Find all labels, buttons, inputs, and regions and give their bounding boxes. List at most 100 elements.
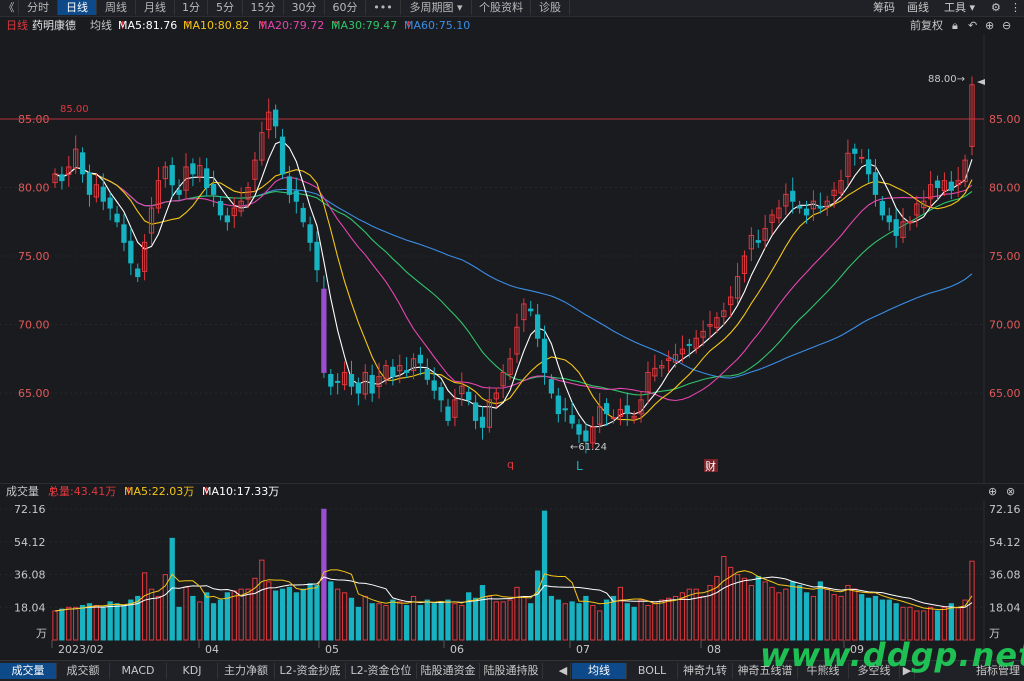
volume-bar	[183, 586, 189, 641]
tabs-scroll-left-icon[interactable]: ◀	[556, 663, 571, 679]
tab-hk-connect-fund[interactable]: 陆股通资金	[417, 663, 480, 679]
candle-body	[107, 197, 113, 209]
volume-bar	[362, 595, 368, 641]
volume-bar	[665, 597, 672, 641]
tab-60min[interactable]: 60分	[325, 0, 366, 15]
tab-volume[interactable]: 成交量	[0, 663, 57, 679]
candle-body	[59, 174, 65, 182]
volume-bar	[776, 592, 782, 641]
candle-body	[479, 416, 486, 428]
volume-bar	[769, 586, 775, 641]
chips-button[interactable]: 筹码	[873, 0, 895, 15]
zoom-in-icon[interactable]: ⊕	[985, 17, 994, 34]
add-indicator-icon[interactable]: ⊕	[988, 484, 997, 500]
candle-body	[355, 382, 362, 394]
undo-icon[interactable]: ↶	[968, 17, 977, 34]
volume-tick-right: 36.08	[989, 569, 1021, 582]
candle-body	[424, 368, 430, 380]
tab-15min[interactable]: 15分	[243, 0, 284, 15]
candle-body	[224, 215, 231, 223]
volume-bar	[266, 581, 272, 641]
volume-bar	[865, 597, 872, 641]
candle-body	[445, 406, 451, 421]
volume-ma5: MA5:22.03万 ↑	[124, 485, 195, 498]
volume-bar	[507, 599, 513, 641]
draw-line-button[interactable]: 画线	[907, 0, 929, 15]
candle-body	[135, 268, 141, 278]
tab-5min[interactable]: 5分	[208, 0, 243, 15]
tab-ma[interactable]: 均线	[572, 663, 627, 679]
candle-body	[948, 181, 954, 191]
volume-bar	[872, 595, 879, 641]
volume-bar	[721, 555, 727, 641]
ma30-value: MA30:79.47 ↑	[331, 19, 398, 32]
ma-label: 均线	[90, 19, 112, 32]
volume-bar	[486, 595, 493, 641]
tab-turnover[interactable]: 成交额	[57, 663, 110, 679]
volume-bar	[355, 606, 362, 641]
tab-magic-nine[interactable]: 神奇九转	[678, 663, 733, 679]
volume-bar	[555, 599, 561, 641]
volume-bar	[121, 605, 127, 641]
volume-bar	[831, 594, 837, 641]
price-tick-left: 75.00	[18, 250, 50, 263]
back-icon[interactable]: 《	[0, 0, 19, 15]
diagnose-button[interactable]: 诊股	[531, 0, 570, 15]
multi-period-dropdown[interactable]: 多周期图 ▾	[401, 0, 472, 15]
low-price-label: ←61.24	[570, 442, 607, 453]
volume-bar	[659, 599, 665, 641]
x-tick-label: 07	[576, 643, 590, 656]
tab-hk-connect-holding[interactable]: 陆股通持股	[480, 663, 543, 679]
tab-kdj[interactable]: KDJ	[167, 663, 218, 679]
volume-bar	[128, 599, 134, 641]
price-tick-left: 70.00	[18, 319, 50, 332]
gear-icon[interactable]: ⚙	[991, 0, 1001, 15]
volume-bar	[231, 590, 237, 641]
tab-intraday[interactable]: 分时	[19, 0, 58, 15]
volume-bar	[541, 510, 548, 641]
candle-body	[128, 240, 134, 264]
tab-30min[interactable]: 30分	[284, 0, 325, 15]
volume-bar	[293, 592, 299, 641]
volume-bar	[148, 588, 155, 641]
tab-weekly[interactable]: 周线	[97, 0, 136, 15]
tab-monthly[interactable]: 月线	[136, 0, 175, 15]
candle-body	[907, 221, 913, 224]
volume-bar	[845, 585, 851, 641]
tab-main-net[interactable]: 主力净额	[218, 663, 275, 679]
price-chart[interactable]: 85.00 85.00 80.00 80.00 75.00 75.00 70.00 70.00…	[0, 34, 1024, 483]
zoom-out-icon[interactable]: ⊖	[1002, 17, 1011, 34]
tab-l2-position[interactable]: L2-资金仓位	[346, 663, 417, 679]
tools-button[interactable]: 工具 ▾	[944, 0, 975, 15]
candle-body	[403, 370, 410, 373]
volume-bar	[190, 595, 196, 641]
price-tick-right: 75.00	[989, 250, 1021, 263]
adjust-mode[interactable]: 前复权	[910, 17, 943, 34]
candle-body	[603, 403, 610, 415]
tab-1min[interactable]: 1分	[175, 0, 208, 15]
volume-bar	[369, 603, 375, 641]
stock-info-button[interactable]: 个股资料	[472, 0, 531, 15]
candle-body	[314, 241, 320, 271]
tab-boll[interactable]: BOLL	[627, 663, 678, 679]
volume-bar	[576, 603, 582, 641]
volume-bar	[452, 603, 458, 641]
close-indicator-icon[interactable]: ⊗	[1006, 484, 1015, 500]
candle-body	[176, 189, 182, 195]
more-vert-icon[interactable]: ⋮	[1010, 0, 1021, 15]
tab-l2-bottom[interactable]: L2-资金抄底	[275, 663, 346, 679]
volume-bar	[859, 594, 865, 641]
volume-bar	[948, 603, 954, 641]
volume-bar	[459, 605, 465, 641]
more-button[interactable]: •••	[366, 0, 401, 15]
volume-bar	[466, 592, 472, 641]
volume-legend-bar: 成交量 总量:43.41万 ↑ MA5:22.03万 ↑ MA10:17.33万 ↑ …	[0, 483, 1024, 500]
tab-macd[interactable]: MACD	[110, 663, 167, 679]
price-tick-right: 70.00	[989, 319, 1021, 332]
candle-body	[576, 424, 582, 435]
volume-bar	[403, 605, 410, 641]
lock-icon[interactable]: 🔒︎	[952, 17, 958, 34]
tab-daily[interactable]: 日线	[58, 0, 97, 15]
volume-bar	[693, 588, 699, 641]
ma60-value: MA60:75.10 ↑	[404, 19, 471, 32]
